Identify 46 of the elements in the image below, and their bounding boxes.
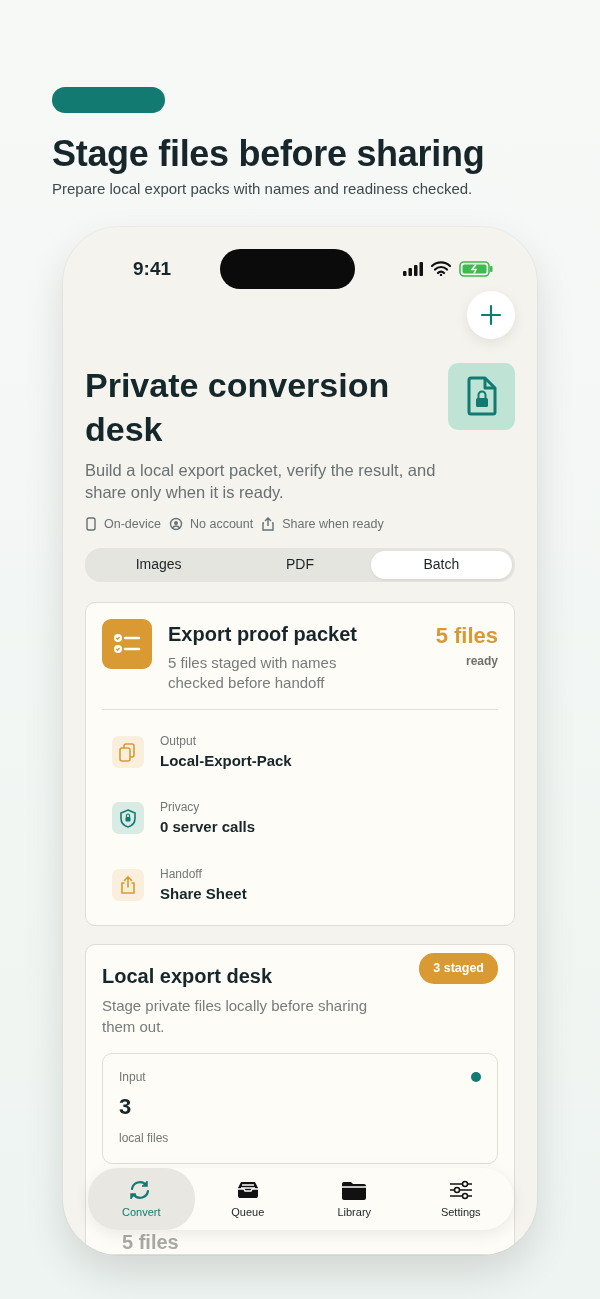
status-dot	[471, 1072, 481, 1083]
segment-tab[interactable]: Batch	[370, 550, 512, 579]
file-count: 5 files	[122, 1230, 179, 1255]
tab-bar-item[interactable]: Convert	[88, 1167, 195, 1230]
feature-label: No account	[190, 515, 254, 533]
tab-bar-item[interactable]: Library	[301, 1167, 408, 1230]
packet-subtitle: 5 files staged with names checked before handoff	[168, 652, 338, 693]
document-lock-icon	[448, 362, 515, 430]
staged-badge: 3 staged	[419, 953, 498, 984]
shield-lock-icon	[112, 802, 144, 835]
page-subtitle: Prepare local export packs with names and readiness checked.	[52, 179, 474, 200]
feature-label: On-device	[104, 515, 161, 533]
page-title: Stage files before sharing	[52, 133, 486, 175]
detail-label: Output	[160, 732, 198, 750]
checklist-icon	[102, 618, 152, 669]
hero-description: Build a local export packet, verify the result, and share only when it is ready.	[85, 459, 437, 503]
wifi-icon	[431, 261, 451, 277]
desk-description: Stage private files locally before sharing them out.	[102, 996, 369, 1038]
stat-value: 3	[119, 1093, 133, 1122]
tab-bar-item[interactable]: Queue	[194, 1167, 301, 1230]
plus-icon	[480, 303, 502, 326]
stat-label: Input	[119, 1069, 146, 1087]
copy-icon	[112, 735, 144, 768]
detail-value: 0 server calls	[160, 817, 256, 838]
detail-value: Share Sheet	[160, 883, 247, 904]
detail-value: Local-Export-Pack	[160, 750, 292, 771]
battery-icon	[459, 260, 493, 277]
share-icon	[112, 868, 144, 901]
hero-title: Private conversion desk	[85, 364, 391, 450]
segment-tab[interactable]: PDF	[229, 550, 371, 579]
feature-label: Share when ready	[282, 515, 384, 533]
stat-note: local files	[119, 1130, 170, 1148]
segment-tab[interactable]: Images	[88, 550, 230, 579]
detail-label: Handoff	[160, 865, 203, 883]
desk-title: Local export desk	[102, 964, 274, 990]
detail-label: Privacy	[160, 799, 201, 817]
status-time: 9:41	[133, 256, 172, 281]
phone-icon	[85, 517, 97, 532]
packet-title: Export proof packet	[168, 621, 358, 647]
signal-icon	[403, 261, 423, 276]
tab-bar-item[interactable]: Settings	[407, 1167, 514, 1230]
count-status: ready	[464, 652, 498, 670]
file-count: 5 files	[435, 621, 498, 650]
share-icon	[261, 517, 276, 532]
add-button[interactable]	[467, 290, 515, 339]
account-icon	[169, 517, 183, 532]
